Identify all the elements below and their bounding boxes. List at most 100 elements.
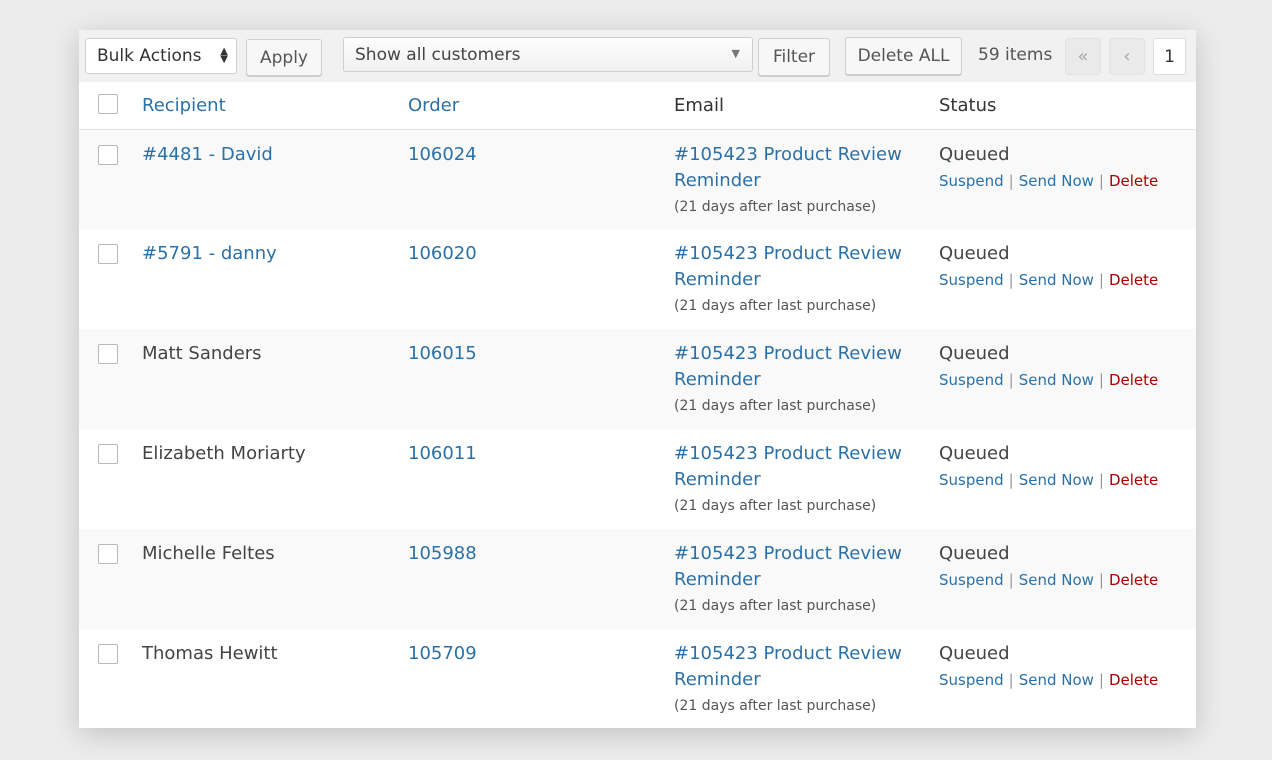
order-link[interactable]: 106011 — [408, 443, 477, 464]
email-link[interactable]: #105423 Product Review Reminder — [674, 443, 902, 490]
delete-link[interactable]: Delete — [1109, 271, 1158, 289]
recipient-cell: #4481 - David — [135, 129, 401, 229]
chevron-down-icon: ▼ — [731, 47, 740, 60]
status-cell: Queued Suspend | Send Now | Delete — [932, 429, 1196, 529]
delete-all-button[interactable]: Delete ALL — [845, 37, 962, 75]
email-cell: #105423 Product Review Reminder (21 days … — [667, 229, 932, 329]
recipient-link[interactable]: #4481 - David — [142, 144, 273, 165]
table-row: Elizabeth Moriarty 106011 #105423 Produc… — [79, 429, 1196, 529]
order-link[interactable]: 106015 — [408, 343, 477, 364]
row-checkbox-cell — [79, 429, 135, 529]
order-link[interactable]: 106024 — [408, 144, 477, 165]
email-link-line2: Reminder — [674, 469, 761, 490]
apply-button[interactable]: Apply — [246, 39, 322, 76]
suspend-link[interactable]: Suspend — [939, 471, 1004, 489]
header-order-cell: Order — [401, 82, 667, 130]
table-row: Michelle Feltes 105988 #105423 Product R… — [79, 529, 1196, 629]
row-checkbox-cell — [79, 129, 135, 229]
first-page-button[interactable]: « — [1065, 38, 1101, 75]
suspend-link[interactable]: Suspend — [939, 271, 1004, 289]
send-now-link[interactable]: Send Now — [1019, 471, 1094, 489]
recipient-cell: Matt Sanders — [135, 329, 401, 429]
row-checkbox-cell — [79, 229, 135, 329]
status-cell: Queued Suspend | Send Now | Delete — [932, 329, 1196, 429]
email-link-line1: #105423 Product Review — [674, 243, 902, 264]
email-link[interactable]: #105423 Product Review Reminder — [674, 343, 902, 390]
action-separator: | — [1098, 371, 1104, 389]
email-link[interactable]: #105423 Product Review Reminder — [674, 243, 902, 290]
order-link[interactable]: 106020 — [408, 243, 477, 264]
order-link[interactable]: 105709 — [408, 643, 477, 664]
row-checkbox[interactable] — [98, 544, 118, 564]
suspend-link[interactable]: Suspend — [939, 371, 1004, 389]
order-cell: 106020 — [401, 229, 667, 329]
email-link[interactable]: #105423 Product Review Reminder — [674, 543, 902, 590]
email-link-line1: #105423 Product Review — [674, 143, 902, 165]
email-link[interactable]: #105423 Product Review Reminder — [674, 643, 902, 690]
table-toolbar: Bulk Actions ▲ ▼ Apply Show all customers… — [79, 30, 1196, 82]
delete-link[interactable]: Delete — [1109, 671, 1158, 689]
suspend-link[interactable]: Suspend — [939, 571, 1004, 589]
delete-link[interactable]: Delete — [1109, 172, 1158, 190]
send-now-link[interactable]: Send Now — [1019, 571, 1094, 589]
suspend-link[interactable]: Suspend — [939, 172, 1004, 190]
email-link-line1: #105423 Product Review — [674, 543, 902, 564]
status-text: Queued — [939, 443, 1010, 464]
customer-filter-select[interactable]: Show all customers ▼ — [343, 37, 753, 72]
header-email-cell: Email — [667, 82, 932, 130]
email-cell: #105423 Product Review Reminder (21 days … — [667, 529, 932, 629]
email-cell: #105423 Product Review Reminder (21 days … — [667, 129, 932, 229]
delete-link[interactable]: Delete — [1109, 371, 1158, 389]
send-now-link[interactable]: Send Now — [1019, 371, 1094, 389]
email-schedule: (21 days after last purchase) — [674, 298, 877, 314]
email-schedule: (21 days after last purchase) — [674, 398, 877, 414]
email-cell: #105423 Product Review Reminder (21 days … — [667, 329, 932, 429]
email-cell: #105423 Product Review Reminder (21 days … — [667, 629, 932, 728]
order-link[interactable]: 105988 — [408, 543, 477, 564]
header-recipient-sort-link[interactable]: Recipient — [142, 95, 226, 116]
header-order-sort-link[interactable]: Order — [408, 95, 459, 116]
recipient-cell: Michelle Feltes — [135, 529, 401, 629]
recipient-name: Thomas Hewitt — [142, 643, 278, 664]
status-cell: Queued Suspend | Send Now | Delete — [932, 629, 1196, 728]
email-link-line2: Reminder — [674, 569, 761, 590]
row-checkbox[interactable] — [98, 344, 118, 364]
recipient-name: Michelle Feltes — [142, 543, 275, 564]
status-cell: Queued Suspend | Send Now | Delete — [932, 129, 1196, 229]
email-link[interactable]: #105423 Product Review Reminder — [674, 144, 902, 191]
delete-link[interactable]: Delete — [1109, 471, 1158, 489]
header-status-label: Status — [939, 94, 997, 116]
recipient-cell: #5791 - danny — [135, 229, 401, 329]
action-separator: | — [1098, 571, 1104, 589]
send-now-link[interactable]: Send Now — [1019, 172, 1094, 190]
row-checkbox[interactable] — [98, 444, 118, 464]
select-all-checkbox[interactable] — [98, 93, 118, 114]
send-now-link[interactable]: Send Now — [1019, 671, 1094, 689]
row-checkbox-cell — [79, 329, 135, 429]
delete-link[interactable]: Delete — [1109, 571, 1158, 589]
status-cell: Queued Suspend | Send Now | Delete — [932, 229, 1196, 329]
row-checkbox-cell — [79, 629, 135, 728]
table-row: #5791 - danny 106020 #105423 Product Rev… — [79, 229, 1196, 329]
current-page-input[interactable]: 1 — [1153, 38, 1186, 75]
recipient-link[interactable]: #5791 - danny — [142, 243, 277, 264]
customer-filter-label: Show all customers — [355, 44, 521, 65]
email-link-line1: #105423 Product Review — [674, 443, 902, 464]
row-checkbox[interactable] — [98, 244, 118, 264]
suspend-link[interactable]: Suspend — [939, 671, 1004, 689]
row-checkbox[interactable] — [98, 644, 118, 664]
email-link-line1: #105423 Product Review — [674, 343, 902, 364]
action-separator: | — [1008, 171, 1014, 190]
action-separator: | — [1008, 671, 1014, 689]
prev-page-button[interactable]: ‹ — [1109, 38, 1145, 75]
header-status-cell: Status — [932, 82, 1196, 130]
bulk-actions-select[interactable]: Bulk Actions ▲ ▼ — [85, 38, 237, 74]
filter-button[interactable]: Filter — [758, 38, 830, 76]
email-link-line2: Reminder — [674, 369, 761, 390]
recipient-cell: Thomas Hewitt — [135, 629, 401, 728]
row-checkbox[interactable] — [98, 144, 118, 165]
action-separator: | — [1008, 471, 1014, 489]
recipient-cell: Elizabeth Moriarty — [135, 429, 401, 529]
send-now-link[interactable]: Send Now — [1019, 271, 1094, 289]
order-cell: 106024 — [401, 129, 667, 229]
